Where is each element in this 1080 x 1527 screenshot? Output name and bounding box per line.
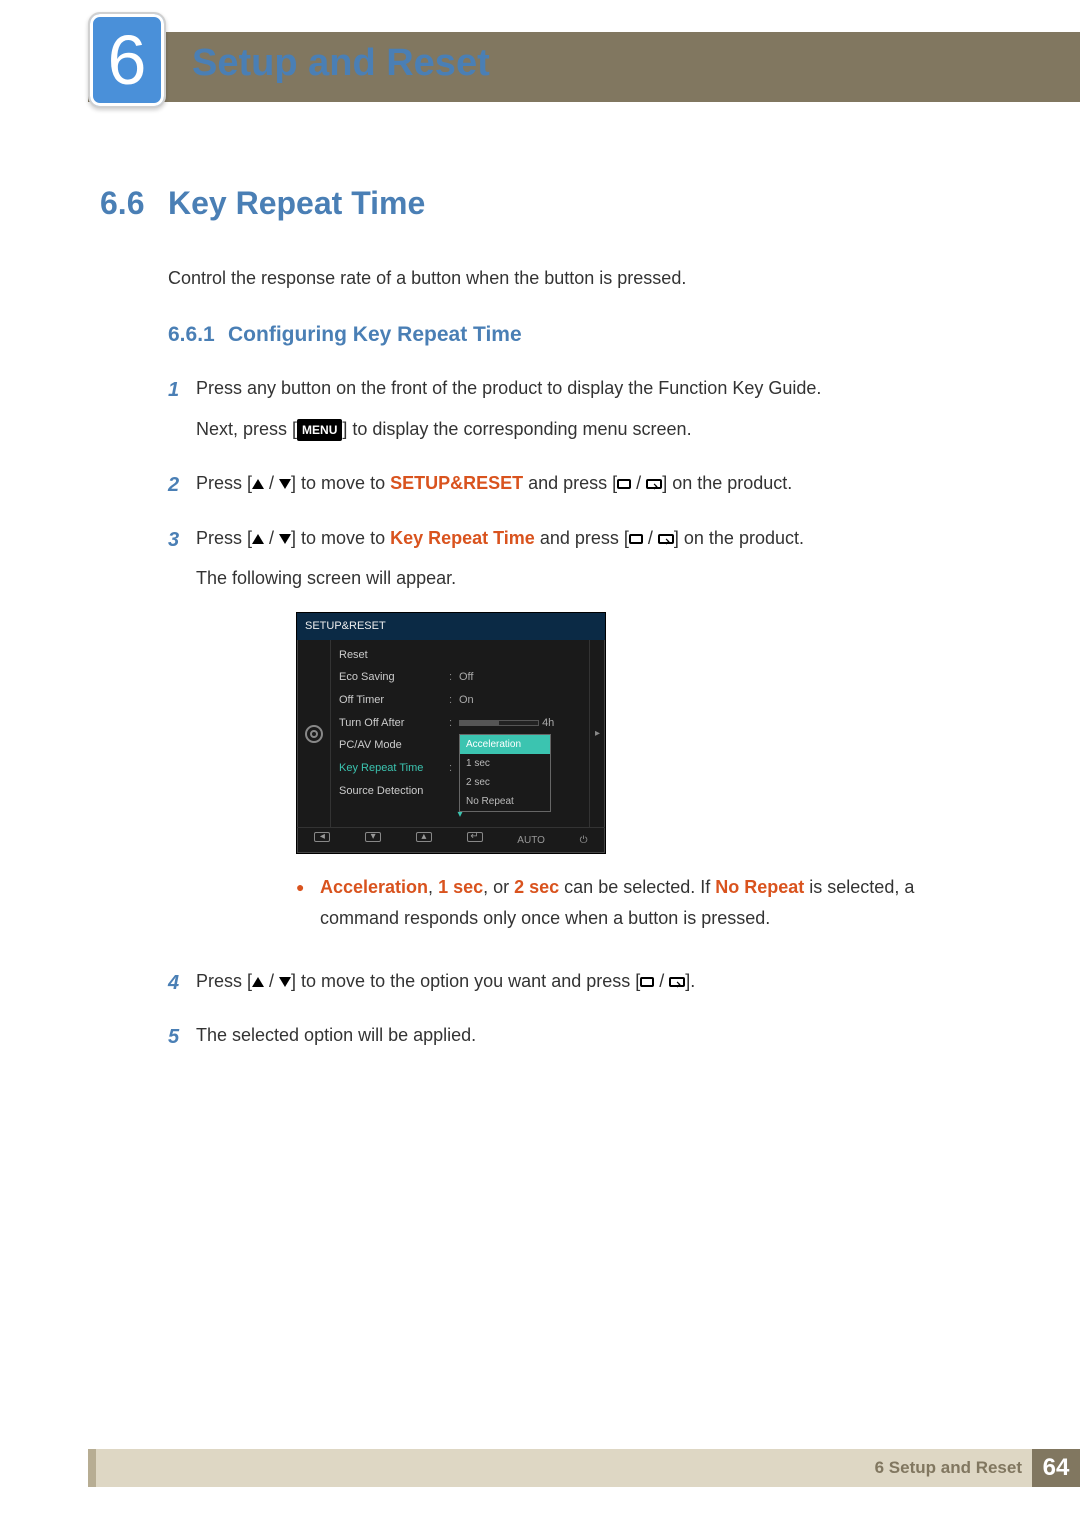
chevron-right-icon: ▸ xyxy=(589,640,605,828)
chapter-title: Setup and Reset xyxy=(192,42,490,85)
subsection-heading: 6.6.1Configuring Key Repeat Time xyxy=(168,323,990,347)
osd-item-selected: Key Repeat Time xyxy=(339,759,449,778)
step-5: 5 The selected option will be applied. xyxy=(168,1020,990,1061)
select-icon xyxy=(617,479,631,489)
section-title: Key Repeat Time xyxy=(168,185,425,221)
osd-option: Acceleration xyxy=(460,735,550,754)
down-icon: ▾ xyxy=(365,832,381,842)
footer-breadcrumb: 6 Setup and Reset xyxy=(875,1458,1022,1478)
section-number: 6.6 xyxy=(100,185,168,222)
osd-value: Off xyxy=(459,668,581,687)
step-number: 3 xyxy=(168,523,196,952)
arrow-down-icon xyxy=(279,479,291,489)
step-number: 1 xyxy=(168,373,196,454)
chapter-number: 6 xyxy=(108,20,147,100)
step-1: 1 Press any button on the front of the p… xyxy=(168,373,990,454)
osd-option: No Repeat xyxy=(460,792,550,811)
chapter-tab: 6 xyxy=(88,12,166,108)
step-text: Press [ / ] to move to Key Repeat Time a… xyxy=(196,523,990,554)
up-icon: ▴ xyxy=(416,832,432,842)
osd-item: PC/AV Mode xyxy=(339,736,449,755)
osd-option: 1 sec xyxy=(460,754,550,773)
enter-icon xyxy=(646,479,662,489)
osd-item: Source Detection xyxy=(339,782,449,801)
bullet-list: ● Acceleration, 1 sec, or 2 sec can be s… xyxy=(296,872,990,933)
osd-button-bar: ◂ ▾ ▴ ↵ AUTO ⏻ xyxy=(297,827,605,853)
step-text: The selected option will be applied. xyxy=(196,1020,990,1051)
steps-list: 1 Press any button on the front of the p… xyxy=(168,373,990,1061)
enter-icon: ↵ xyxy=(467,832,483,842)
osd-item: Turn Off After xyxy=(339,714,449,733)
osd-item: Off Timer xyxy=(339,691,449,710)
osd-screenshot: SETUP&RESET Reset Eco Saving:Off Off Tim… xyxy=(296,612,990,855)
arrow-up-icon xyxy=(252,479,264,489)
step-text: Next, press [MENU] to display the corres… xyxy=(196,414,990,445)
step-number: 2 xyxy=(168,468,196,509)
enter-icon xyxy=(669,977,685,987)
step-2: 2 Press [ / ] to move to SETUP&RESET and… xyxy=(168,468,990,509)
osd-value: On xyxy=(459,691,581,710)
arrow-up-icon xyxy=(252,977,264,987)
select-icon xyxy=(629,534,643,544)
power-icon: ⏻ xyxy=(580,832,588,849)
osd-dropdown: Acceleration 1 sec 2 sec No Repeat xyxy=(459,734,551,812)
step-3: 3 Press [ / ] to move to Key Repeat Time… xyxy=(168,523,990,952)
section-heading: 6.6Key Repeat Time xyxy=(100,185,990,222)
arrow-down-icon xyxy=(279,977,291,987)
back-icon: ◂ xyxy=(314,832,330,842)
subsection-title: Configuring Key Repeat Time xyxy=(228,323,522,346)
select-icon xyxy=(640,977,654,987)
auto-label: AUTO xyxy=(517,832,545,849)
page-number: 64 xyxy=(1032,1449,1080,1487)
gear-icon xyxy=(305,725,323,743)
osd-option: 2 sec xyxy=(460,773,550,792)
step-text: The following screen will appear. xyxy=(196,563,990,594)
osd-value: 4h xyxy=(459,714,581,733)
bullet-text: Acceleration, 1 sec, or 2 sec can be sel… xyxy=(320,872,990,933)
subsection-number: 6.6.1 xyxy=(168,323,228,347)
osd-item: Reset xyxy=(339,646,449,665)
osd-item: Eco Saving xyxy=(339,668,449,687)
step-text: Press [ / ] to move to SETUP&RESET and p… xyxy=(196,468,990,499)
highlight: SETUP&RESET xyxy=(390,473,523,493)
menu-button-icon: MENU xyxy=(297,419,342,441)
arrow-up-icon xyxy=(252,534,264,544)
arrow-down-icon xyxy=(279,534,291,544)
step-number: 4 xyxy=(168,966,196,1007)
step-text: Press [ / ] to move to the option you wa… xyxy=(196,966,990,997)
bullet-icon: ● xyxy=(296,872,320,933)
highlight: Key Repeat Time xyxy=(390,528,535,548)
step-text: Press any button on the front of the pro… xyxy=(196,373,990,404)
enter-icon xyxy=(658,534,674,544)
step-4: 4 Press [ / ] to move to the option you … xyxy=(168,966,990,1007)
step-number: 5 xyxy=(168,1020,196,1061)
page-content: 6.6Key Repeat Time Control the response … xyxy=(100,185,990,1075)
section-intro: Control the response rate of a button wh… xyxy=(168,268,990,289)
osd-title: SETUP&RESET xyxy=(297,613,605,640)
slider-icon xyxy=(459,720,539,726)
page-footer: 6 Setup and Reset 64 xyxy=(88,1449,1080,1487)
